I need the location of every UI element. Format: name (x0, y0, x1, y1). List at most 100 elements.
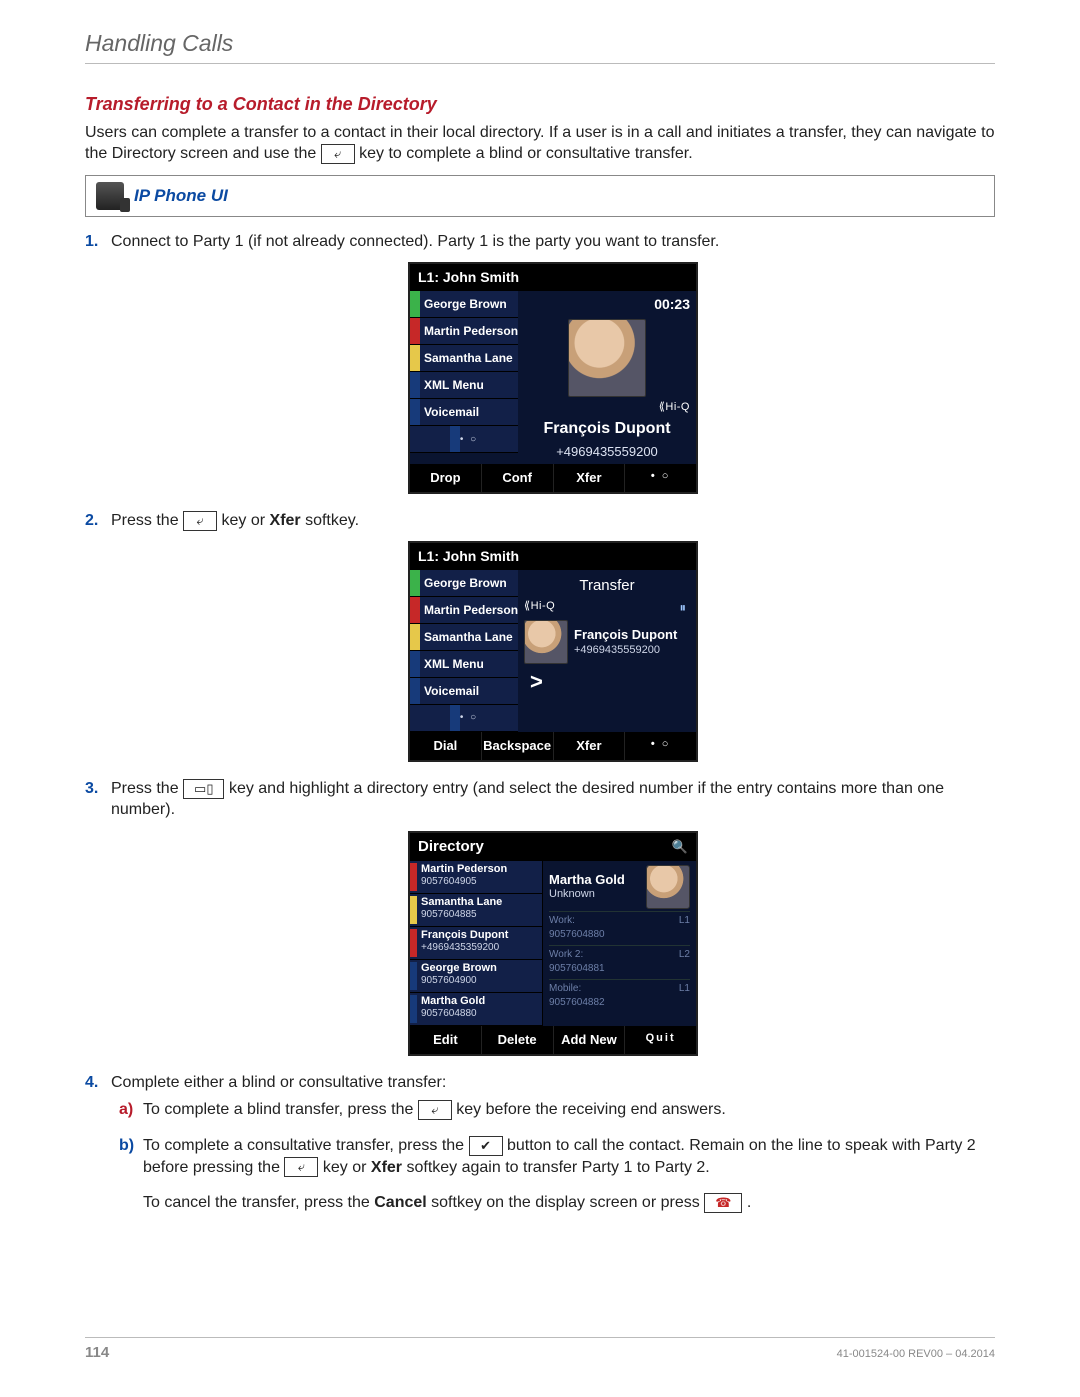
num-line: L2 (679, 948, 690, 975)
directory-entry[interactable]: Martha Gold9057604880 (410, 993, 542, 1026)
dir-number: +4969435359200 (421, 942, 508, 954)
step-4a: a) To complete a blind transfer, press t… (111, 1099, 995, 1121)
left-key[interactable]: Martin Pederson (410, 597, 518, 624)
step-4: Complete either a blind or consultative … (85, 1072, 995, 1214)
selected-avatar (646, 865, 690, 909)
xfer-key-icon: ⤶ (321, 144, 355, 164)
left-key-label: Voicemail (420, 404, 479, 420)
transfer-header: Transfer (524, 576, 690, 596)
number-row[interactable]: Work 2: 9057604881 L2 (549, 945, 690, 977)
left-key[interactable]: XML Menu (410, 372, 518, 399)
cancel-period: . (747, 1194, 751, 1211)
num-value: 9057604880 (549, 929, 605, 940)
dir-number: 9057604885 (421, 909, 502, 921)
left-key-more[interactable] (410, 426, 518, 453)
hiq-icon: ⟪Hi-Q (524, 599, 555, 617)
xfer-bold: Xfer (270, 512, 301, 529)
softkey-more[interactable]: • ○ (625, 732, 696, 760)
softkey-xfer[interactable]: Xfer (554, 732, 626, 760)
caller-avatar (524, 620, 568, 664)
left-key[interactable]: Voicemail (410, 678, 518, 705)
step-2-text-c: softkey. (301, 512, 359, 529)
dir-name: Martin Pederson (421, 863, 507, 876)
step-1: Connect to Party 1 (if not already conne… (85, 231, 995, 494)
step-4b-text-a: To complete a consultative transfer, pre… (143, 1137, 464, 1154)
softkey-backspace[interactable]: Backspace (482, 732, 554, 760)
dir-name: Martha Gold (421, 995, 485, 1008)
directory-key-icon: ▭▯ (183, 779, 224, 799)
cancel-note: To cancel the transfer, press the Cancel… (111, 1192, 995, 1214)
num-label: Work 2: (549, 949, 583, 960)
step-3: Press the ▭▯ key and highlight a directo… (85, 778, 995, 1056)
softkey-edit[interactable]: Edit (410, 1026, 482, 1054)
left-key[interactable]: Samantha Lane (410, 345, 518, 372)
left-key-more[interactable] (410, 705, 518, 732)
caller-number: +4969435559200 (574, 643, 690, 658)
softkey-delete[interactable]: Delete (482, 1026, 554, 1054)
step-4a-text-b: key before the receiving end answers. (456, 1101, 725, 1118)
caller-name: François Dupont (574, 626, 690, 644)
left-key-label: Voicemail (420, 683, 479, 699)
screen-title: L1: John Smith (410, 264, 696, 291)
directory-entry[interactable]: Samantha Lane9057604885 (410, 894, 542, 927)
left-key-label: Samantha Lane (420, 629, 513, 645)
softkey-quit[interactable]: Quit (625, 1026, 696, 1054)
num-label: Work: (549, 915, 575, 926)
num-line: L1 (679, 982, 690, 1009)
softkey-more[interactable]: • ○ (625, 464, 696, 492)
softkey-xfer[interactable]: Xfer (554, 464, 626, 492)
left-key[interactable]: George Brown (410, 291, 518, 318)
directory-entry[interactable]: George Brown9057604900 (410, 960, 542, 993)
caller-number: +4969435559200 (556, 443, 658, 461)
dir-number: 9057604900 (421, 975, 497, 987)
cancel-text-a: To cancel the transfer, press the (143, 1194, 374, 1211)
xfer-bold: Xfer (371, 1159, 402, 1176)
phone-icon (96, 182, 124, 210)
caller-avatar (568, 319, 646, 397)
num-value: 9057604881 (549, 963, 605, 974)
screen-title: L1: John Smith (410, 543, 696, 570)
softkey-add-new[interactable]: Add New (554, 1026, 626, 1054)
left-key[interactable]: Samantha Lane (410, 624, 518, 651)
hold-icon: ⏸ (680, 599, 687, 617)
xfer-key-icon: ⤶ (284, 1157, 318, 1177)
step-2-text-b: key or (222, 512, 270, 529)
selected-presence: Unknown (549, 887, 640, 902)
dial-check-key-icon: ✔ (469, 1136, 503, 1156)
dir-name: George Brown (421, 962, 497, 975)
phone-screen-directory: Directory 🔍 Martin Pederson9057604905 Sa… (408, 831, 698, 1056)
phone-screen-transfer: L1: John Smith George Brown Martin Peder… (408, 541, 698, 761)
directory-entry[interactable]: Martin Pederson9057604905 (410, 861, 542, 894)
step-4-text: Complete either a blind or consultative … (111, 1074, 446, 1091)
step-3-text-a: Press the (111, 780, 179, 797)
step-4a-text-a: To complete a blind transfer, press the (143, 1101, 413, 1118)
left-key-label: George Brown (420, 296, 507, 312)
intro-paragraph: Users can complete a transfer to a conta… (85, 123, 995, 165)
softkey-conf[interactable]: Conf (482, 464, 554, 492)
dir-number: 9057604880 (421, 1008, 485, 1020)
left-key[interactable]: George Brown (410, 570, 518, 597)
step-1-text: Connect to Party 1 (if not already conne… (111, 233, 719, 250)
num-line: L1 (679, 914, 690, 941)
callout-ip-phone-ui: IP Phone UI (85, 175, 995, 217)
section-title: Transferring to a Contact in the Directo… (85, 94, 995, 115)
search-icon[interactable]: 🔍 (672, 838, 688, 856)
softkey-dial[interactable]: Dial (410, 732, 482, 760)
selected-name: Martha Gold (549, 873, 640, 887)
left-key[interactable]: Voicemail (410, 399, 518, 426)
cancel-bold: Cancel (374, 1194, 426, 1211)
softkey-drop[interactable]: Drop (410, 464, 482, 492)
num-label: Mobile: (549, 983, 581, 994)
number-row[interactable]: Mobile:9057604882L1 (549, 979, 690, 1011)
left-key-label: Martin Pederson (420, 323, 518, 339)
hiq-icon: ⟪Hi-Q (659, 400, 690, 415)
dir-name: Samantha Lane (421, 896, 502, 909)
hangup-key-icon: ☎ (704, 1193, 742, 1213)
step-4b: b) To complete a consultative transfer, … (111, 1135, 995, 1178)
left-key[interactable]: Martin Pederson (410, 318, 518, 345)
left-key[interactable]: XML Menu (410, 651, 518, 678)
directory-entry[interactable]: François Dupont+4969435359200 (410, 927, 542, 960)
number-row[interactable]: Work: 9057604880 L1 (549, 911, 690, 943)
step-2: Press the ⤶ key or Xfer softkey. L1: Joh… (85, 510, 995, 762)
dir-name: François Dupont (421, 929, 508, 942)
